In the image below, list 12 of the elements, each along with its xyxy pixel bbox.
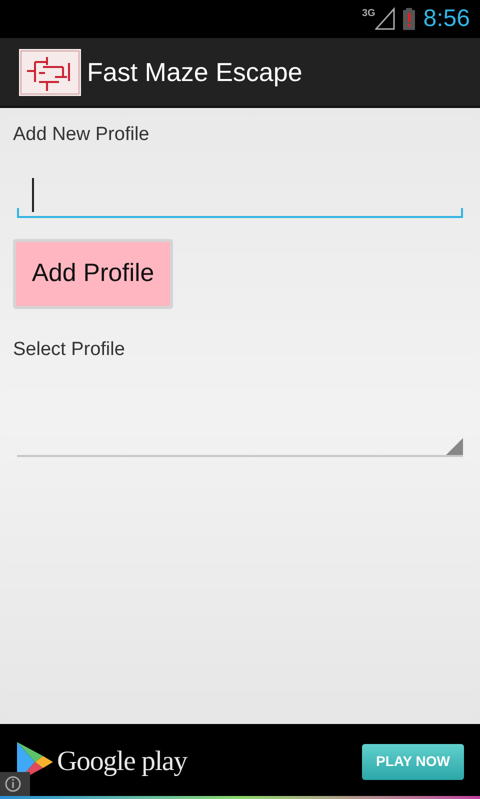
network-type-label: 3G [362,9,376,19]
add-profile-button[interactable]: Add Profile [13,239,173,309]
add-profile-label: Add New Profile [13,125,150,144]
dropdown-arrow-icon [446,438,463,455]
signal-icon [375,7,396,31]
info-icon[interactable] [0,772,30,796]
app-title: Fast Maze Escape [87,56,302,88]
clock-time: 8:56 [423,4,470,34]
select-profile-label: Select Profile [13,340,125,359]
battery-icon [403,8,416,30]
maze-icon [19,48,81,96]
brand-text: Google play [57,744,187,778]
